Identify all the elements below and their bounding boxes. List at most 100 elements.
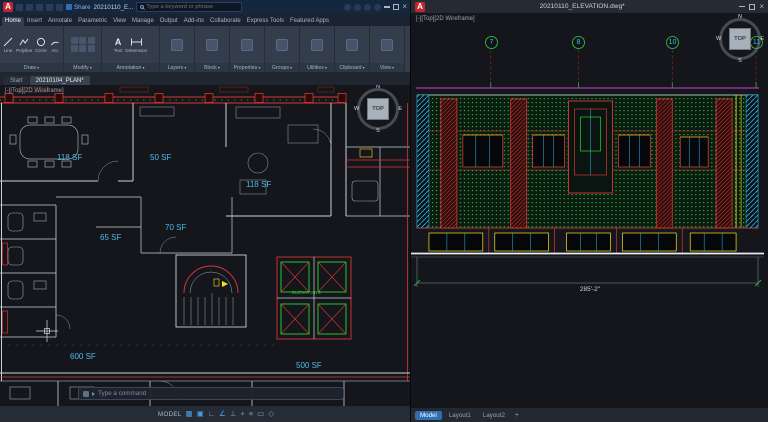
- annotation-panel-label[interactable]: Annotation: [102, 63, 159, 72]
- tab-model[interactable]: Model: [415, 411, 442, 420]
- polar-icon[interactable]: ∠: [219, 410, 226, 418]
- modify-tools[interactable]: [71, 37, 95, 53]
- move-icon[interactable]: [71, 37, 78, 44]
- viewcube[interactable]: N S W E TOP: [354, 85, 402, 133]
- titlebar[interactable]: A 20210110_ELEVATION.dwg* ×: [411, 0, 768, 13]
- tab-layout1[interactable]: Layout1: [444, 411, 476, 420]
- snap-icon[interactable]: ▣: [197, 410, 204, 418]
- viewport-controls[interactable]: [-][Top][2D Wireframe]: [5, 88, 64, 94]
- bell-icon[interactable]: [364, 4, 371, 11]
- modify-panel-label[interactable]: Modify: [64, 63, 101, 72]
- groups-icon[interactable]: [276, 39, 288, 51]
- draw-panel-label[interactable]: Draw: [0, 63, 63, 72]
- line-tool[interactable]: Line: [3, 37, 13, 53]
- help-icon[interactable]: [374, 4, 381, 11]
- elevation-drawing-canvas[interactable]: [-][Top][2D Wireframe]: [411, 13, 768, 408]
- ribbon-tab-annotate[interactable]: Annotate: [45, 17, 75, 26]
- viewcube-top-face[interactable]: TOP: [367, 98, 389, 120]
- viewcube-south[interactable]: S: [376, 128, 380, 134]
- trim-icon[interactable]: [71, 45, 78, 52]
- ribbon-tab-collaborate[interactable]: Collaborate: [207, 17, 244, 26]
- tab-layout2[interactable]: Layout2: [478, 411, 510, 420]
- command-prompt-icon: [92, 392, 95, 396]
- save-icon[interactable]: [36, 4, 43, 11]
- viewcube-north[interactable]: N: [738, 14, 742, 20]
- minimize-button[interactable]: [384, 6, 390, 8]
- search-input[interactable]: [146, 4, 238, 10]
- ribbon-tab-parametric[interactable]: Parametric: [75, 17, 110, 26]
- ribbon-tab-insert[interactable]: Insert: [24, 17, 45, 26]
- dynamic-input-icon[interactable]: ▭: [257, 410, 264, 418]
- new-layout-button[interactable]: +: [512, 412, 522, 419]
- undo-icon[interactable]: [46, 4, 53, 11]
- copy-icon[interactable]: [79, 37, 86, 44]
- model-space-button[interactable]: MODEL: [158, 411, 182, 418]
- viewcube-south[interactable]: S: [738, 58, 742, 64]
- arc-tool[interactable]: Arc: [50, 37, 60, 53]
- mirror-icon[interactable]: [88, 45, 95, 52]
- ribbon-tab-featured-apps[interactable]: Featured Apps: [287, 17, 332, 26]
- text-tool[interactable]: A Text: [114, 37, 122, 53]
- search-box[interactable]: [136, 2, 242, 12]
- polyline-tool[interactable]: Polyline: [16, 37, 32, 53]
- properties-icon[interactable]: [241, 39, 253, 51]
- command-line[interactable]: Type a command: [78, 387, 344, 400]
- redo-icon[interactable]: [56, 4, 63, 11]
- ribbon-tab-view[interactable]: View: [110, 17, 129, 26]
- draw-panel: Line Polyline Circle Arc Draw: [0, 26, 64, 72]
- ribbon-tab-addins[interactable]: Add-ins: [181, 17, 207, 26]
- ribbon-tab-manage[interactable]: Manage: [129, 17, 157, 26]
- close-button[interactable]: ×: [402, 4, 407, 10]
- ribbon-tab-home[interactable]: Home: [2, 17, 24, 26]
- entry-feature: [569, 101, 613, 193]
- command-placeholder[interactable]: Type a command: [98, 390, 146, 397]
- fillet-icon[interactable]: [79, 45, 86, 52]
- isodraft-icon[interactable]: ◇: [268, 410, 274, 418]
- viewport-controls[interactable]: [-][Top][2D Wireframe]: [416, 16, 475, 22]
- user-icon[interactable]: [344, 4, 351, 11]
- utilities-icon[interactable]: [311, 39, 323, 51]
- clipboard-panel: Clipboard: [335, 26, 370, 72]
- circle-tool[interactable]: Circle: [35, 37, 47, 53]
- autocad-logo[interactable]: A: [3, 2, 13, 12]
- close-button[interactable]: ×: [759, 4, 764, 10]
- ribbon-tab-express-tools[interactable]: Express Tools: [244, 17, 287, 26]
- minimize-button[interactable]: [739, 6, 745, 8]
- maximize-button[interactable]: [749, 4, 755, 10]
- viewcube-north[interactable]: N: [376, 85, 380, 90]
- ortho-icon[interactable]: ∟: [208, 410, 215, 418]
- file-tab-start[interactable]: Start: [4, 76, 29, 85]
- room-label-600sf: 600 SF: [70, 352, 96, 361]
- rotate-icon[interactable]: [88, 37, 95, 44]
- plan-drawing-canvas[interactable]: [-][Top][2D Wireframe]: [0, 85, 410, 406]
- viewcube-west[interactable]: W: [354, 106, 359, 112]
- elevation-drawing: [411, 13, 768, 408]
- grid-icon[interactable]: ▦: [186, 410, 193, 418]
- viewcube-top-face[interactable]: TOP: [729, 28, 751, 50]
- viewcube-west[interactable]: W: [716, 36, 721, 42]
- view-icon[interactable]: [381, 39, 393, 51]
- viewcube-east[interactable]: E: [398, 106, 402, 112]
- titlebar[interactable]: A Share 20210110_E... ×: [0, 0, 410, 14]
- file-tab-plan[interactable]: 20210104_PLAN*: [30, 76, 90, 85]
- block-icon[interactable]: [206, 39, 218, 51]
- viewcube-east[interactable]: E: [760, 36, 764, 42]
- maximize-button[interactable]: [393, 4, 399, 10]
- viewcube[interactable]: N S W E TOP: [716, 15, 764, 63]
- ribbon-tab-output[interactable]: Output: [157, 17, 181, 26]
- customize-icon[interactable]: [83, 391, 89, 397]
- lineweight-icon[interactable]: ≡: [249, 410, 253, 418]
- open-icon[interactable]: [26, 4, 33, 11]
- cart-icon[interactable]: [354, 4, 361, 11]
- layers-icon[interactable]: [171, 39, 183, 51]
- dimension-tool[interactable]: Dimension: [125, 37, 147, 53]
- room-label-118sf-a: 118 SF: [57, 153, 82, 162]
- osnap-icon[interactable]: ⊥: [230, 410, 237, 418]
- autocad-logo[interactable]: A: [415, 2, 425, 12]
- tracking-icon[interactable]: +: [240, 410, 244, 418]
- share-button[interactable]: Share: [66, 4, 91, 11]
- current-filename: 20210110_E...: [94, 4, 134, 11]
- new-file-icon[interactable]: [16, 4, 23, 11]
- properties-panel: Properties: [230, 26, 265, 72]
- clipboard-icon[interactable]: [346, 39, 358, 51]
